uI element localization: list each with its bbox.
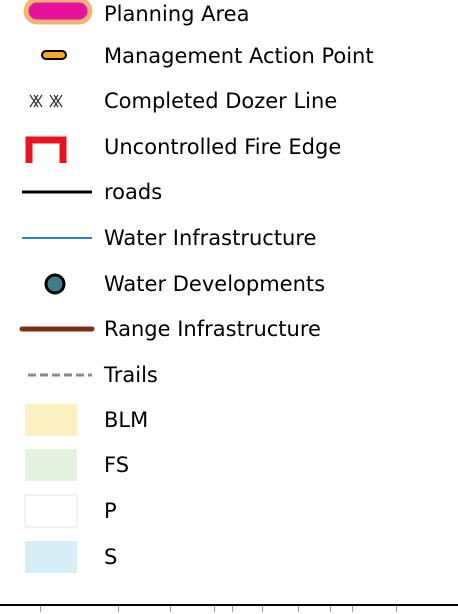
legend-item-completed-dozer-line: Completed Dozer Line [0,79,458,123]
frame-tick [262,606,263,612]
legend-label: BLM [104,408,149,432]
legend-item-trails: Trails [0,353,458,397]
frame-tick [40,606,41,612]
legend-item-management-action-point: Management Action Point [0,34,458,78]
legend-item-s: S [0,535,458,579]
legend-label: Trails [104,363,158,387]
legend-label: Water Infrastructure [104,226,317,250]
blue-line-icon [22,216,94,260]
map-legend: Planning Area Management Action Point Co… [0,0,458,614]
light-blue-fill-icon [22,535,94,579]
legend-label: FS [104,453,130,477]
light-yellow-fill-icon [22,398,94,442]
teal-circle-point-icon [22,262,94,306]
legend-label: Completed Dozer Line [104,89,338,113]
frame-tick [396,606,397,612]
legend-label: Water Developments [104,272,326,296]
legend-label: S [104,545,118,569]
legend-label: Range Infrastructure [104,317,321,341]
legend-label: P [104,499,117,523]
frame-tick [118,606,119,612]
legend-label: Uncontrolled Fire Edge [104,135,342,159]
frame-tick [170,606,171,612]
gray-dashed-line-icon [22,353,94,397]
brown-line-icon [19,307,95,351]
pink-filled-polygon-icon [22,0,94,36]
legend-item-water-developments: Water Developments [0,262,458,306]
legend-item-water-infrastructure: Water Infrastructure [0,216,458,260]
dozer-line-hatch-icon [22,79,94,123]
legend-item-range-infrastructure: Range Infrastructure [0,307,458,351]
orange-capsule-point-icon [22,34,94,78]
legend-item-roads: roads [0,170,458,214]
map-frame-border [0,604,458,606]
light-green-fill-icon [22,443,94,487]
white-fill-icon [22,489,94,533]
legend-item-uncontrolled-fire-edge: Uncontrolled Fire Edge [0,125,458,169]
legend-item-blm: BLM [0,398,458,442]
legend-item-p: P [0,489,458,533]
red-bracket-line-icon [22,125,94,169]
black-line-icon [22,170,94,214]
frame-tick [214,606,215,612]
frame-tick [298,606,299,612]
legend-item-fs: FS [0,443,458,487]
legend-label: Management Action Point [104,44,374,68]
legend-label: Planning Area [104,2,250,26]
frame-tick [352,606,353,612]
legend-item-planning-area: Planning Area [0,0,458,36]
frame-tick [232,606,233,612]
legend-label: roads [104,180,163,204]
frame-tick [330,606,331,612]
